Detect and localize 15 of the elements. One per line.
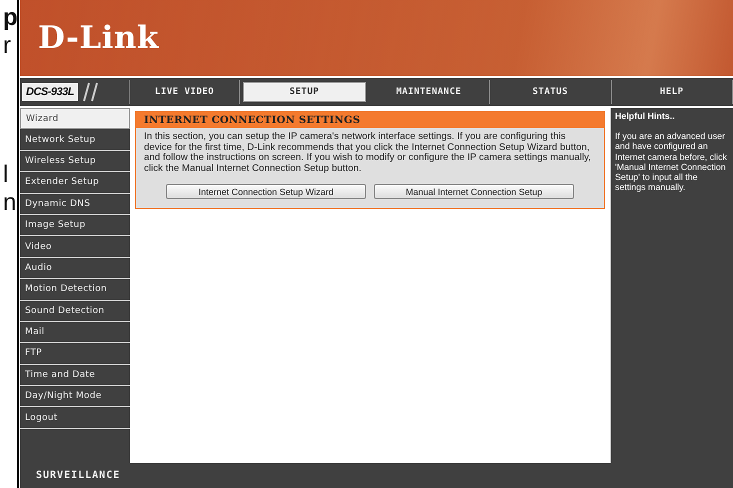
hints-text: If you are an advanced user and have configured an Internet camera before, click 'Manual Internet Connection Setup' to input all the settings manually. [615, 131, 728, 193]
cut-off-text: p [3, 4, 17, 32]
footer-brand: SURVEILLANCE [36, 470, 120, 481]
setup-button[interactable]: Manual Internet Connection Setup [374, 184, 574, 200]
logo: D-Link [38, 20, 159, 56]
sidebar-item[interactable]: Wizard [20, 108, 130, 130]
panel-title: INTERNET CONNECTION SETTINGS [136, 112, 604, 128]
setup-button[interactable]: Internet Connection Setup Wizard [166, 184, 366, 200]
panel-description: In this section, you can setup the IP camera's network interface settings. If you are configuring this device for the first time, D-Link recommends that you click the Internet Connection Setup Wizard button, and follow the instructions on screen. If you wish to modify or configure the IP camera settings manually, click the Manual Internet Connection Setup button. [143, 130, 592, 174]
cut-off-text: n [3, 189, 17, 217]
hints-title: Helpful Hints.. [615, 111, 676, 122]
model-label: DCS-933L [22, 83, 78, 101]
cut-off-text: r [3, 32, 12, 60]
nav-tab[interactable]: SETUP [243, 82, 366, 102]
cut-off-text: l [3, 161, 10, 189]
